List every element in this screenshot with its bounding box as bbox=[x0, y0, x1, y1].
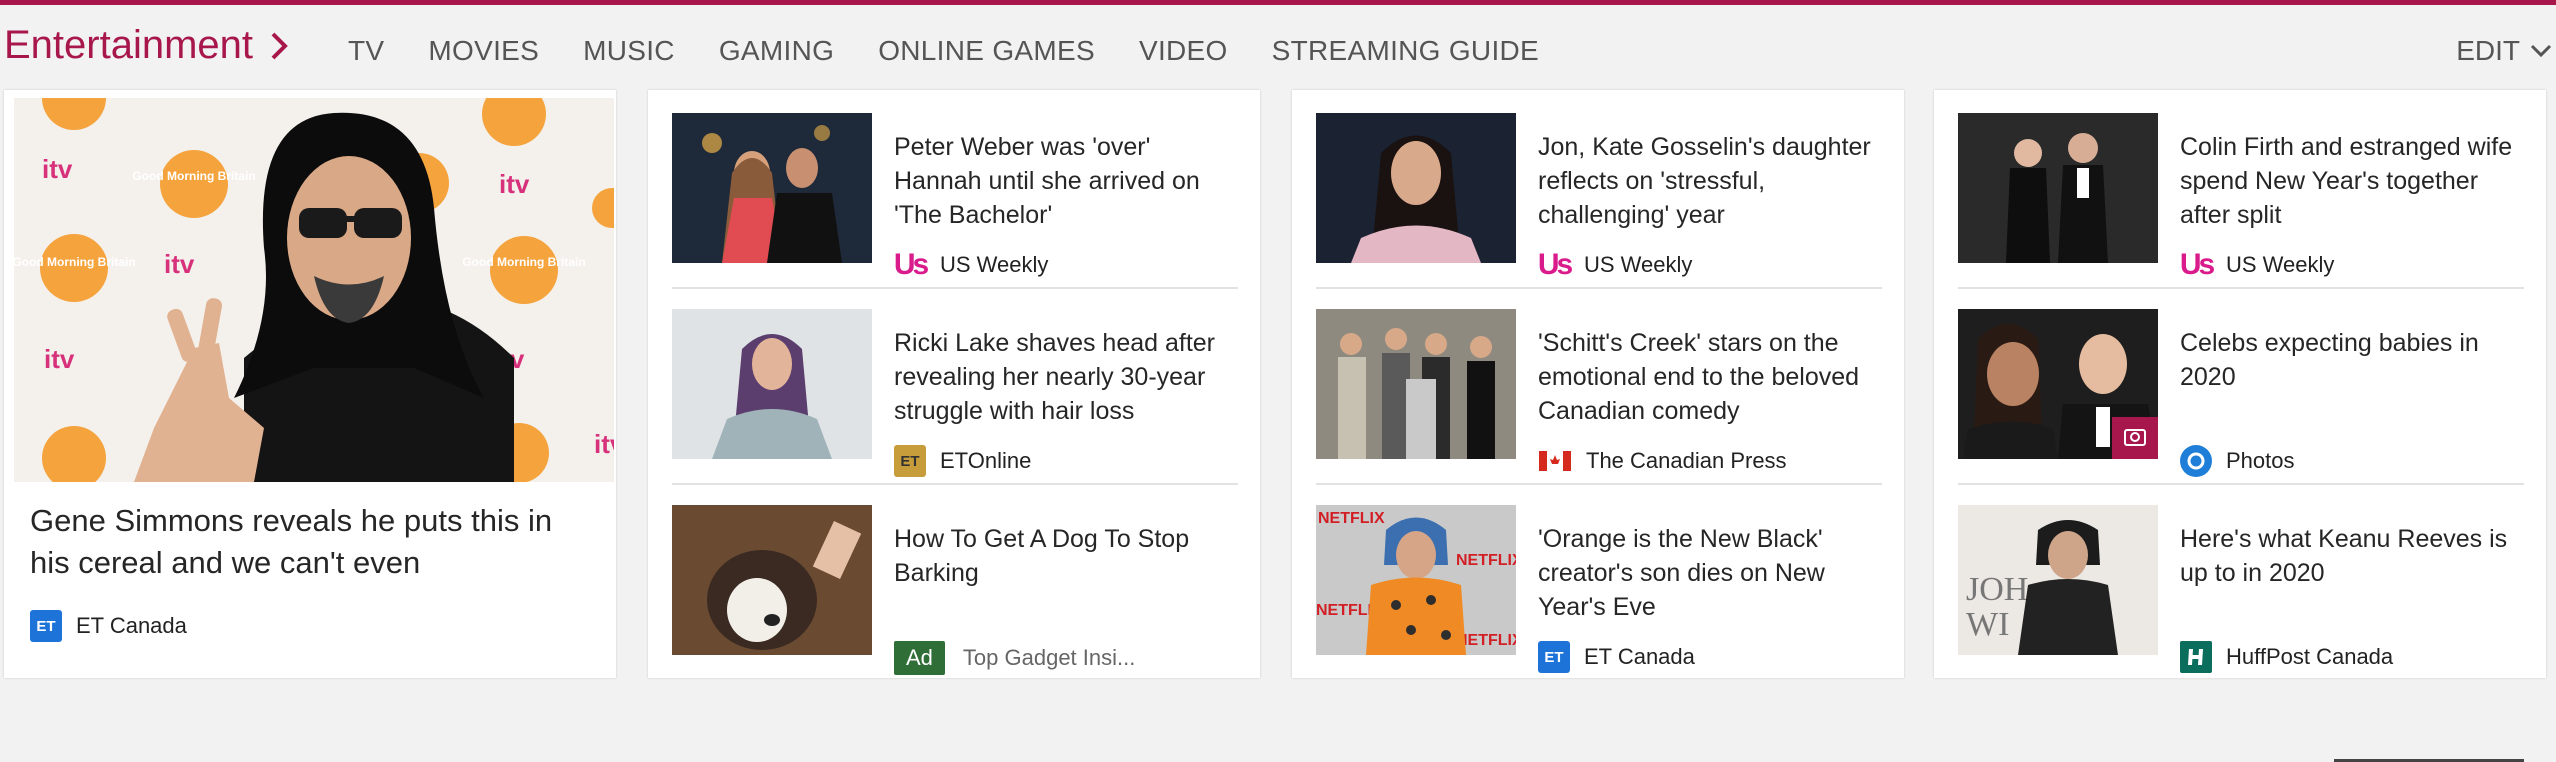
huffpost-logo-icon bbox=[2180, 641, 2212, 673]
nav-music[interactable]: MUSIC bbox=[583, 35, 675, 67]
news-source: ET ETOnline bbox=[894, 445, 1031, 477]
divider bbox=[1316, 483, 1882, 485]
news-source: Us US Weekly bbox=[2179, 248, 2335, 281]
svg-text:WI: WI bbox=[1966, 606, 2009, 643]
backdrop-logo-text: itv bbox=[164, 249, 195, 279]
news-item[interactable]: Jon, Kate Gosselin's daughter reflects o… bbox=[1316, 113, 1882, 299]
nav-streaming-guide[interactable]: STREAMING GUIDE bbox=[1272, 35, 1539, 67]
news-thumbnail[interactable]: NETFLIXNETFLIXNETFLIXNETFLIX bbox=[1316, 505, 1516, 655]
section-nav: Entertainment TV MOVIES MUSIC GAMING ONL… bbox=[0, 5, 2556, 90]
backdrop-logo-text: Good Morning Britain bbox=[14, 255, 136, 269]
backdrop-logo-text: Good Morning Britain bbox=[462, 255, 585, 269]
hero-headline[interactable]: Gene Simmons reveals he puts this in his… bbox=[30, 500, 590, 584]
hero-card[interactable]: Good Morning Britain Good Morning Britai… bbox=[4, 90, 616, 678]
nav-online-games[interactable]: ONLINE GAMES bbox=[878, 35, 1095, 67]
us-weekly-logo-icon: Us bbox=[2179, 248, 2215, 281]
news-thumbnail[interactable]: JOH WI bbox=[1958, 505, 2158, 655]
source-name: Top Gadget Insi... bbox=[962, 645, 1136, 670]
news-thumbnail[interactable] bbox=[1316, 113, 1516, 263]
news-source: Us US Weekly bbox=[893, 248, 1049, 281]
divider bbox=[1958, 483, 2524, 485]
hero-photo: Good Morning Britain Good Morning Britai… bbox=[14, 98, 614, 482]
divider bbox=[1316, 287, 1882, 289]
source-name: US Weekly bbox=[940, 252, 1049, 277]
news-thumbnail[interactable] bbox=[672, 505, 872, 655]
svg-text:JOH: JOH bbox=[1966, 571, 2028, 608]
news-headline[interactable]: How To Get A Dog To Stop Barking bbox=[894, 522, 1244, 590]
news-thumbnail[interactable] bbox=[672, 309, 872, 459]
section-title-link[interactable]: Entertainment bbox=[4, 23, 293, 68]
news-headline[interactable]: Ricki Lake shaves head after revealing h… bbox=[894, 326, 1244, 428]
source-name: US Weekly bbox=[2226, 252, 2335, 277]
nav-tv[interactable]: TV bbox=[348, 35, 384, 67]
source-name: Photos bbox=[2226, 448, 2295, 473]
svg-text:NETFLIX: NETFLIX bbox=[1318, 510, 1385, 527]
source-name: ET Canada bbox=[1584, 644, 1695, 669]
news-headline[interactable]: 'Orange is the New Black' creator's son … bbox=[1538, 522, 1888, 624]
us-weekly-logo-icon: Us bbox=[893, 248, 929, 281]
news-source: ET ET Canada bbox=[1538, 641, 1695, 673]
etonline-logo-icon: ET bbox=[894, 445, 926, 477]
news-headline[interactable]: 'Schitt's Creek' stars on the emotional … bbox=[1538, 326, 1888, 428]
nav-gaming[interactable]: GAMING bbox=[719, 35, 834, 67]
news-item[interactable]: Celebs expecting babies in 2020 Photos bbox=[1958, 309, 2524, 495]
backdrop-logo-text: itv bbox=[42, 154, 73, 184]
news-headline[interactable]: Colin Firth and estranged wife spend New… bbox=[2180, 130, 2530, 232]
source-name: ETOnline bbox=[940, 448, 1032, 473]
news-thumbnail[interactable] bbox=[672, 113, 872, 263]
news-headline[interactable]: Here's what Keanu Reeves is up to in 202… bbox=[2180, 522, 2530, 590]
edit-label: EDIT bbox=[2456, 35, 2520, 66]
news-column: Jon, Kate Gosselin's daughter reflects o… bbox=[1292, 90, 1904, 678]
divider bbox=[672, 483, 1238, 485]
backdrop-logo-text: Good Morning Britain bbox=[132, 169, 255, 183]
hero-image[interactable]: Good Morning Britain Good Morning Britai… bbox=[14, 98, 614, 482]
news-column: Colin Firth and estranged wife spend New… bbox=[1934, 90, 2546, 678]
news-thumbnail[interactable] bbox=[1958, 113, 2158, 263]
us-weekly-logo-icon: Us bbox=[1537, 248, 1573, 281]
news-thumbnail[interactable] bbox=[1316, 309, 1516, 459]
nav-video[interactable]: VIDEO bbox=[1139, 35, 1228, 67]
news-item[interactable]: Peter Weber was 'over' Hannah until she … bbox=[672, 113, 1238, 299]
divider bbox=[1958, 287, 2524, 289]
news-source: HuffPost Canada bbox=[2180, 641, 2393, 673]
chevron-right-icon bbox=[271, 32, 288, 59]
news-thumbnail[interactable] bbox=[1958, 309, 2158, 459]
nav-movies[interactable]: MOVIES bbox=[428, 35, 539, 67]
news-item[interactable]: Colin Firth and estranged wife spend New… bbox=[1958, 113, 2524, 299]
svg-text:NETFLIX: NETFLIX bbox=[1456, 552, 1516, 569]
hero-source: ET ET Canada bbox=[30, 610, 187, 642]
backdrop-logo-text: itv bbox=[594, 429, 614, 459]
ad-badge: Ad bbox=[894, 641, 945, 675]
section-title: Entertainment bbox=[4, 23, 254, 67]
et-canada-logo-icon: ET bbox=[1538, 641, 1570, 673]
news-item[interactable]: NETFLIXNETFLIXNETFLIXNETFLIX 'Orange is … bbox=[1316, 505, 1882, 678]
news-source: Photos bbox=[2180, 445, 2295, 477]
news-item[interactable]: 'Schitt's Creek' stars on the emotional … bbox=[1316, 309, 1882, 495]
source-name: HuffPost Canada bbox=[2226, 644, 2394, 669]
news-source: Us US Weekly bbox=[1537, 248, 1693, 281]
news-source: The Canadian Press bbox=[1538, 445, 1787, 477]
source-name: ET Canada bbox=[76, 613, 187, 638]
source-name: US Weekly bbox=[1584, 252, 1693, 277]
news-item[interactable]: Ricki Lake shaves head after revealing h… bbox=[672, 309, 1238, 495]
backdrop-logo-text: itv bbox=[44, 344, 75, 374]
et-canada-logo-icon: ET bbox=[30, 610, 62, 642]
divider bbox=[672, 287, 1238, 289]
news-headline[interactable]: Celebs expecting babies in 2020 bbox=[2180, 326, 2530, 394]
backdrop-logo-text: itv bbox=[499, 169, 530, 199]
news-headline[interactable]: Jon, Kate Gosselin's daughter reflects o… bbox=[1538, 130, 1888, 232]
source-name: The Canadian Press bbox=[1586, 448, 1787, 473]
news-item-ad[interactable]: How To Get A Dog To Stop Barking Ad Top … bbox=[672, 505, 1238, 678]
edit-button[interactable]: EDIT bbox=[2456, 35, 2552, 67]
photos-logo-icon bbox=[2180, 445, 2212, 477]
canada-flag-icon bbox=[1538, 445, 1572, 477]
news-headline[interactable]: Peter Weber was 'over' Hannah until she … bbox=[894, 130, 1244, 232]
news-column: Peter Weber was 'over' Hannah until she … bbox=[648, 90, 1260, 678]
news-source: Ad Top Gadget Insi... bbox=[894, 641, 1135, 675]
chevron-down-icon bbox=[2530, 44, 2552, 58]
news-item[interactable]: JOH WI Here's what Keanu Reeves is up to … bbox=[1958, 505, 2524, 678]
